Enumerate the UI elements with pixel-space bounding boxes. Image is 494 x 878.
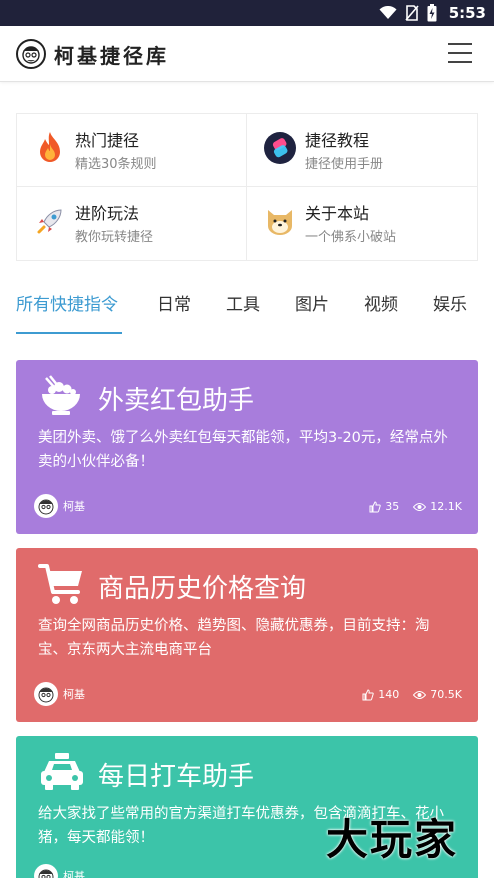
feature-hot-shortcuts[interactable]: 热门捷径 精选30条规则 xyxy=(17,114,247,187)
card-stats: 140 70.5K xyxy=(362,688,462,701)
status-bar: 5:53 xyxy=(0,0,494,26)
card-title: 外卖红包助手 xyxy=(98,386,255,416)
feature-title: 进阶玩法 xyxy=(75,204,140,223)
battery-charging-icon xyxy=(427,4,437,22)
tab-entertainment[interactable]: 娱乐 xyxy=(433,290,467,315)
feature-tutorial[interactable]: 捷径教程 捷径使用手册 xyxy=(247,114,477,187)
eye-icon xyxy=(413,502,427,511)
no-sim-icon xyxy=(405,5,419,21)
cart-icon xyxy=(38,562,88,608)
avatar xyxy=(34,682,58,706)
feature-subtitle: 精选30条规则 xyxy=(75,157,157,172)
feature-about[interactable]: 关于本站 一个佛系小破站 xyxy=(247,187,477,260)
watermark: 大玩家 xyxy=(326,815,459,864)
view-count: 70.5K xyxy=(430,688,462,701)
like-count: 35 xyxy=(385,500,400,513)
avatar xyxy=(34,864,58,878)
author-name: 柯基 xyxy=(63,500,85,513)
card-author[interactable]: 柯基 xyxy=(34,682,85,706)
shortcuts-app-icon xyxy=(263,131,297,165)
rice-bowl-icon xyxy=(38,374,88,420)
rocket-icon xyxy=(33,204,67,238)
wifi-icon xyxy=(379,6,397,19)
app-header: 柯基捷径库 xyxy=(0,26,494,82)
feature-grid: 热门捷径 精选30条规则 捷径教程 捷径使用手册 进阶玩法 教你玩转捷径 关于本… xyxy=(16,113,478,261)
shortcut-card-price-history[interactable]: 商品历史价格查询 查询全网商品历史价格、趋势图、隐藏优惠券，目前支持：淘宝、京东… xyxy=(16,548,478,722)
tab-videos[interactable]: 视频 xyxy=(364,290,398,315)
feature-subtitle: 一个佛系小破站 xyxy=(305,230,397,245)
tab-images[interactable]: 图片 xyxy=(295,290,329,315)
card-description: 美团外卖、饿了么外卖红包每天都能领，平均3-20元，经常点外卖的小伙伴必备！ xyxy=(38,430,448,470)
fire-icon xyxy=(33,131,67,165)
like-count: 140 xyxy=(378,688,400,701)
thumbs-up-icon xyxy=(362,688,374,700)
card-author[interactable]: 柯基 xyxy=(34,864,85,878)
card-title: 每日打车助手 xyxy=(98,762,255,792)
category-tabs: 所有快捷指令 日常 工具 图片 视频 娱乐 xyxy=(0,280,494,336)
author-name: 柯基 xyxy=(63,688,85,701)
avatar xyxy=(34,494,58,518)
feature-title: 关于本站 xyxy=(305,204,370,223)
card-author[interactable]: 柯基 xyxy=(34,494,85,518)
feature-title: 热门捷径 xyxy=(75,131,140,150)
status-icons: 5:53 xyxy=(379,0,486,26)
thumbs-up-icon xyxy=(369,500,381,512)
view-count: 12.1K xyxy=(430,500,462,513)
face-icon xyxy=(22,46,40,64)
tab-daily[interactable]: 日常 xyxy=(157,290,191,315)
eye-icon xyxy=(413,690,427,699)
feature-subtitle: 捷径使用手册 xyxy=(305,157,384,172)
site-logo-avatar[interactable] xyxy=(16,39,46,69)
author-name: 柯基 xyxy=(63,870,85,878)
card-stats: 35 12.1K xyxy=(369,500,462,513)
feature-title: 捷径教程 xyxy=(305,131,370,150)
site-title[interactable]: 柯基捷径库 xyxy=(54,40,169,69)
tab-all-shortcuts[interactable]: 所有快捷指令 xyxy=(16,290,118,315)
feature-subtitle: 教你玩转捷径 xyxy=(75,230,154,245)
doge-icon xyxy=(263,204,297,238)
feature-advanced[interactable]: 进阶玩法 教你玩转捷径 xyxy=(17,187,247,260)
taxi-icon xyxy=(38,750,88,796)
menu-button[interactable] xyxy=(448,43,472,63)
card-description: 查询全网商品历史价格、趋势图、隐藏优惠券，目前支持：淘宝、京东两大主流电商平台 xyxy=(38,618,430,658)
status-time: 5:53 xyxy=(448,4,486,22)
card-title: 商品历史价格查询 xyxy=(98,574,307,604)
tab-tools[interactable]: 工具 xyxy=(226,290,260,315)
active-tab-indicator xyxy=(16,332,122,334)
shortcut-card-takeout[interactable]: 外卖红包助手 美团外卖、饿了么外卖红包每天都能领，平均3-20元，经常点外卖的小… xyxy=(16,360,478,534)
